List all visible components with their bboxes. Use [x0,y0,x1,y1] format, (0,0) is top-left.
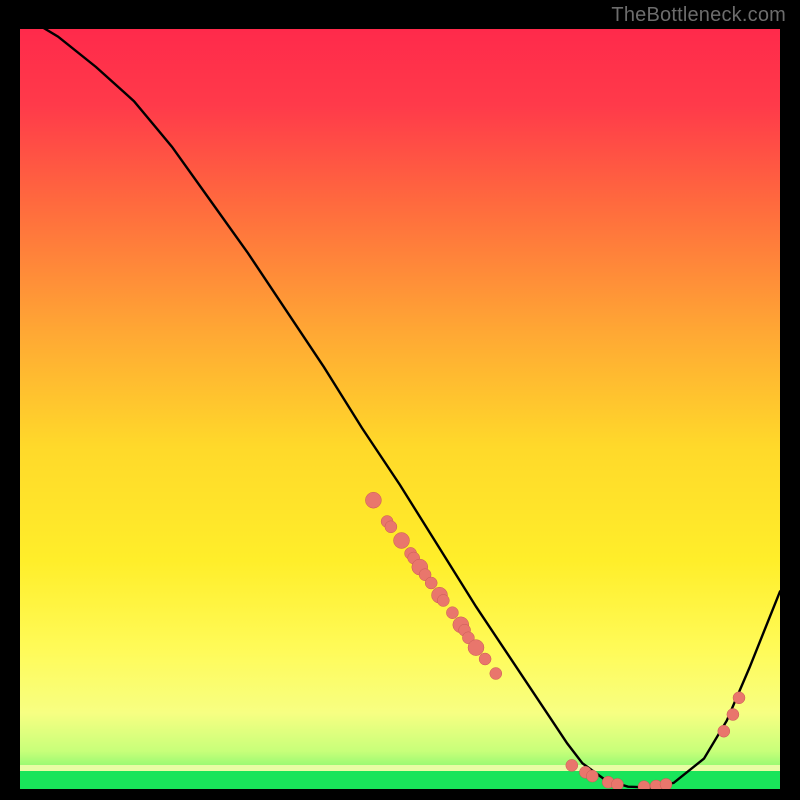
curve-marker [611,778,623,789]
curve-marker [490,668,502,680]
curve-marker [638,781,650,789]
curve-marker [385,521,397,533]
curve-marker [586,770,598,782]
curve-marker [468,640,484,656]
bottleneck-curve [20,29,780,788]
curve-marker [446,607,458,619]
curve-marker [733,692,745,704]
curve-marker [718,725,730,737]
curve-marker [660,778,672,789]
curve-layer [20,29,780,789]
curve-marker [479,653,491,665]
curve-marker [437,595,449,607]
watermark-text: TheBottleneck.com [611,4,786,27]
plot-area [20,29,780,789]
curve-marker [425,577,437,589]
curve-marker [365,492,381,508]
curve-marker [727,709,739,721]
stage: TheBottleneck.com [0,0,800,800]
curve-marker [394,533,410,549]
curve-marker [566,759,578,771]
marker-layer [365,492,745,789]
